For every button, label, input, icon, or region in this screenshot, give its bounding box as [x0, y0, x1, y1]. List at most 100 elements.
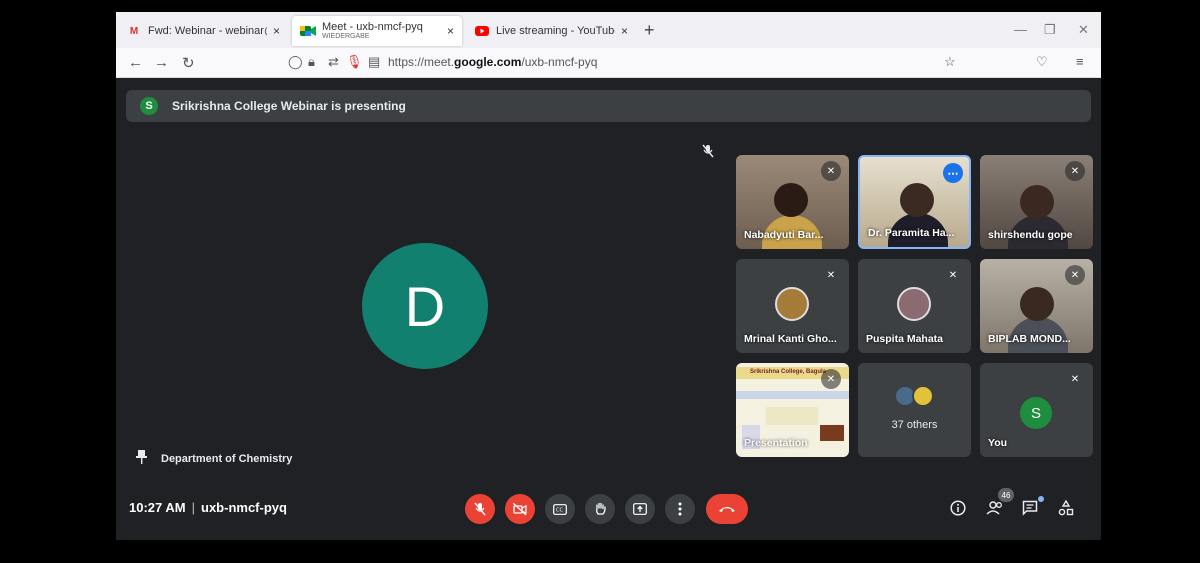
tab-youtube[interactable]: Live streaming - YouTube Studi × — [466, 16, 636, 46]
participant-name: Nabadyuti Bar... — [744, 229, 824, 241]
participant-name: BIPLAB MOND... — [988, 333, 1071, 345]
avatar — [897, 287, 931, 321]
participant-tile[interactable]: ✕ Mrinal Kanti Gho... — [736, 259, 849, 353]
more-options-button[interactable] — [665, 494, 695, 524]
participant-tile[interactable]: ✕ BIPLAB MOND... — [980, 259, 1093, 353]
participant-video — [774, 183, 808, 217]
participant-name: Puspita Mahata — [866, 333, 944, 345]
participant-name: Presentation — [744, 437, 808, 449]
minimize-icon[interactable]: — — [1014, 22, 1027, 37]
new-tab-button[interactable]: + — [644, 20, 655, 41]
camera-off-icon — [513, 503, 527, 515]
pocket-icon[interactable]: ♡ — [1036, 54, 1048, 70]
tab-meet[interactable]: Meet - uxb-nmcf-pyq WIEDERGABE × — [292, 16, 462, 46]
slide-title: Srikrishna College, Bagula — [750, 369, 827, 375]
slide-image — [820, 425, 844, 441]
microphone-permission-icon[interactable]: 🎙︎ — [346, 54, 363, 70]
reload-icon[interactable]: ↻ — [182, 54, 195, 72]
participant-name: shirshendu gope — [988, 229, 1073, 241]
hang-up-icon — [719, 507, 735, 512]
meeting-info: 10:27 AM | uxb-nmcf-pyq — [129, 500, 287, 515]
close-tab-icon[interactable]: × — [447, 24, 454, 38]
nav-bar: ← → ↻ ◯ 🔒︎ ⇄ 🎙︎ ▤ https://meet.google.co… — [116, 48, 1101, 78]
people-count-badge: 46 — [998, 488, 1014, 502]
present-icon — [633, 503, 647, 515]
permissions-icon[interactable]: ⇄ — [328, 54, 339, 70]
avatar: S — [1020, 397, 1052, 429]
restore-icon[interactable]: ❐ — [1044, 22, 1056, 38]
muted-mic-icon: ✕ — [1065, 265, 1085, 285]
chat-icon[interactable] — [1022, 500, 1038, 520]
present-screen-button[interactable] — [625, 494, 655, 524]
avatar: S — [140, 97, 158, 115]
lock-icon[interactable]: 🔒︎ — [308, 54, 315, 70]
tab-gmail[interactable]: M Fwd: Webinar - webinar@srikris × — [118, 16, 288, 46]
participant-video — [1020, 287, 1054, 321]
muted-mic-icon: ✕ — [1065, 161, 1085, 181]
close-tab-icon[interactable]: × — [621, 24, 628, 38]
forward-icon[interactable]: → — [154, 54, 169, 71]
others-tile[interactable]: 37 others — [858, 363, 971, 457]
muted-mic-icon: ✕ — [1070, 373, 1080, 385]
presenting-banner: S Srikrishna College Webinar is presenti… — [126, 90, 1091, 122]
slide-text-block — [766, 407, 818, 425]
back-icon[interactable]: ← — [128, 54, 143, 71]
hand-icon — [595, 502, 606, 515]
microphone-toggle-button[interactable] — [465, 494, 495, 524]
clock-time: 10:27 AM — [129, 500, 186, 515]
leave-call-button[interactable] — [706, 494, 748, 524]
presentation-tile[interactable]: Srikrishna College, Bagula ✕ Presentatio… — [736, 363, 849, 457]
tab-title: Live streaming - YouTube Studi — [496, 25, 615, 37]
tab-bar: M Fwd: Webinar - webinar@srikris × Meet … — [116, 12, 1101, 48]
tab-title: Fwd: Webinar - webinar@srikris — [148, 25, 267, 37]
participant-video — [900, 183, 934, 217]
avatar — [912, 385, 934, 407]
reader-view-icon[interactable]: ▤ — [368, 54, 380, 70]
meet-icon — [300, 25, 316, 37]
muted-mic-icon: ✕ — [821, 369, 841, 389]
captions-button[interactable]: CC — [545, 494, 575, 524]
participant-tile[interactable]: ✕ Puspita Mahata — [858, 259, 971, 353]
bookmark-star-icon[interactable]: ☆ — [944, 54, 956, 70]
muted-mic-icon: ✕ — [948, 269, 958, 281]
raise-hand-button[interactable] — [585, 494, 615, 524]
menu-icon[interactable]: ≡ — [1076, 54, 1084, 69]
participant-tile[interactable]: ✕ shirshendu gope — [980, 155, 1093, 249]
screen: M Fwd: Webinar - webinar@srikris × Meet … — [0, 0, 1200, 563]
youtube-icon — [474, 25, 490, 37]
muted-mic-icon: ✕ — [821, 161, 841, 181]
chat-notification-dot — [1038, 496, 1044, 502]
captions-icon: CC — [553, 503, 567, 515]
meeting-code: uxb-nmcf-pyq — [201, 500, 287, 515]
meeting-details-icon[interactable] — [950, 500, 966, 520]
people-icon[interactable] — [986, 500, 1004, 520]
close-window-icon[interactable]: ✕ — [1078, 22, 1089, 38]
participant-name: You — [988, 437, 1008, 449]
more-vert-icon — [678, 502, 682, 516]
shield-icon[interactable]: ◯ — [288, 54, 303, 70]
activities-icon[interactable] — [1058, 499, 1074, 520]
url-field[interactable]: https://meet.google.com/uxb-nmcf-pyq — [388, 55, 597, 69]
svg-text:CC: CC — [556, 507, 563, 513]
participant-tile[interactable]: ✕ Nabadyuti Bar... — [736, 155, 849, 249]
more-options-icon[interactable]: ⋯ — [943, 163, 963, 183]
tab-title: Meet - uxb-nmcf-pyq WIEDERGABE — [322, 21, 441, 41]
pin-icon[interactable] — [136, 450, 147, 467]
gmail-icon: M — [129, 25, 139, 37]
others-avatars — [894, 385, 938, 409]
tab-subtitle: WIEDERGABE — [322, 33, 370, 40]
mic-off-icon — [474, 502, 486, 516]
muted-mic-icon: ✕ — [826, 269, 836, 281]
muted-mic-icon — [702, 144, 714, 161]
participant-name: Dr. Paramita Ha... — [868, 227, 955, 239]
participant-name: Mrinal Kanti Gho... — [744, 333, 837, 345]
camera-toggle-button[interactable] — [505, 494, 535, 524]
participant-tile[interactable]: ⋯ Dr. Paramita Ha... — [858, 155, 971, 249]
close-tab-icon[interactable]: × — [273, 24, 280, 38]
avatar — [775, 287, 809, 321]
self-tile[interactable]: S ✕ You — [980, 363, 1093, 457]
separator: | — [191, 500, 195, 515]
browser-window: M Fwd: Webinar - webinar@srikris × Meet … — [116, 12, 1101, 540]
main-speaker-avatar: D — [362, 243, 488, 369]
others-count: 37 others — [891, 419, 938, 431]
